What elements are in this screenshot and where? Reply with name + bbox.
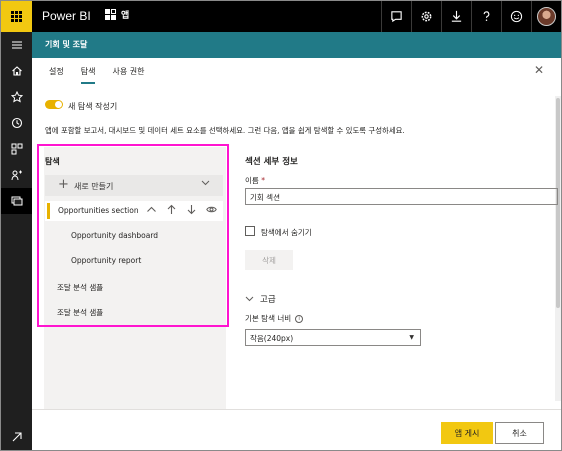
- app-launcher-icon[interactable]: [1, 1, 32, 32]
- toggle-label: 새 탐색 작성기: [68, 102, 118, 111]
- avatar[interactable]: [531, 1, 561, 32]
- nav-item-opportunity-report[interactable]: Opportunity report: [71, 256, 141, 265]
- section-details-title: 섹션 세부 정보: [245, 157, 298, 167]
- nav-width-label-text: 기본 탐색 너비: [245, 314, 292, 323]
- hide-from-nav-checkbox[interactable]: [245, 226, 255, 236]
- nav-width-label: 기본 탐색 너비 i: [245, 313, 304, 324]
- tab-navigation[interactable]: 탐색: [80, 66, 96, 84]
- help-icon[interactable]: [471, 1, 501, 32]
- move-down-icon[interactable]: [186, 204, 197, 218]
- description-text: 앱에 포함할 보고서, 대시보드 및 데이터 세트 요소를 선택하세요. 그런 …: [45, 126, 405, 135]
- required-mark: *: [261, 176, 265, 185]
- top-bar: Power BI 앱: [1, 1, 561, 32]
- tab-bar: 설정 탐색 사용 권한: [49, 66, 144, 84]
- app-header: 기회 및 조달: [32, 32, 561, 58]
- workspaces-icon[interactable]: [1, 188, 32, 214]
- nav-section-row[interactable]: Opportunities section: [45, 201, 223, 221]
- chevron-down-icon: [245, 294, 254, 305]
- apps-icon[interactable]: [1, 136, 32, 162]
- notification-icon[interactable]: [381, 1, 411, 32]
- tab-permissions[interactable]: 사용 권한: [112, 66, 144, 84]
- feedback-smiley-icon[interactable]: [501, 1, 531, 32]
- advanced-label: 고급: [260, 295, 276, 305]
- nav-item-procurement-sample-1[interactable]: 조달 분석 샘플: [57, 282, 103, 293]
- nav-width-value: 작음(240px): [250, 334, 294, 343]
- name-field-label: 이름 *: [245, 175, 265, 186]
- visibility-icon[interactable]: [206, 204, 217, 218]
- cancel-button[interactable]: 취소: [495, 422, 544, 444]
- home-icon[interactable]: [1, 58, 32, 84]
- publish-app-button[interactable]: 앱 게시: [441, 422, 493, 444]
- nav-width-select[interactable]: 작음(240px) ▼: [245, 329, 421, 346]
- section-name-input[interactable]: 기회 섹션: [245, 188, 558, 205]
- expand-icon[interactable]: [1, 424, 32, 450]
- apps-icon: [105, 8, 117, 21]
- navigation-panel-title: 탐색: [45, 157, 60, 166]
- left-nav: [1, 32, 32, 450]
- create-new-button[interactable]: + 새로 만들기: [45, 175, 223, 196]
- brand-title[interactable]: Power BI: [42, 9, 91, 23]
- app-window: Power BI 앱 기회 및 조달 설정 탐색 사용 권한 ✕ 새 탐색 작성…: [0, 0, 562, 451]
- close-icon[interactable]: ✕: [534, 63, 544, 77]
- nav-item-opportunity-dashboard[interactable]: Opportunity dashboard: [71, 231, 158, 240]
- download-icon[interactable]: [441, 1, 471, 32]
- collapse-up-icon[interactable]: [146, 204, 157, 218]
- recent-icon[interactable]: [1, 110, 32, 136]
- dropdown-caret-icon: ▼: [409, 334, 414, 341]
- move-up-icon[interactable]: [166, 204, 177, 218]
- nav-item-procurement-sample-2[interactable]: 조달 분석 샘플: [57, 307, 103, 318]
- selection-indicator: [47, 203, 50, 219]
- info-icon[interactable]: i: [295, 314, 304, 323]
- section-label: Opportunities section: [58, 206, 139, 215]
- settings-icon[interactable]: [411, 1, 441, 32]
- top-bar-actions: [381, 1, 561, 32]
- chevron-down-icon[interactable]: [201, 178, 210, 190]
- hamburger-icon[interactable]: [1, 32, 32, 58]
- advanced-toggle[interactable]: 고급: [245, 293, 276, 305]
- scrollbar[interactable]: [555, 96, 561, 401]
- delete-button[interactable]: 삭제: [245, 250, 293, 270]
- hide-from-nav-label: 탐색에서 숨기기: [261, 228, 312, 237]
- create-new-label: 새로 만들기: [74, 182, 114, 191]
- favorites-icon[interactable]: [1, 84, 32, 110]
- breadcrumb[interactable]: 앱: [105, 8, 129, 21]
- breadcrumb-label: 앱: [121, 11, 130, 21]
- tab-settings[interactable]: 설정: [49, 66, 64, 84]
- shared-icon[interactable]: [1, 162, 32, 188]
- new-nav-builder-toggle[interactable]: [45, 100, 63, 109]
- name-label-text: 이름: [245, 176, 259, 185]
- app-title: 기회 및 조달: [45, 40, 88, 49]
- plus-icon: +: [58, 177, 69, 192]
